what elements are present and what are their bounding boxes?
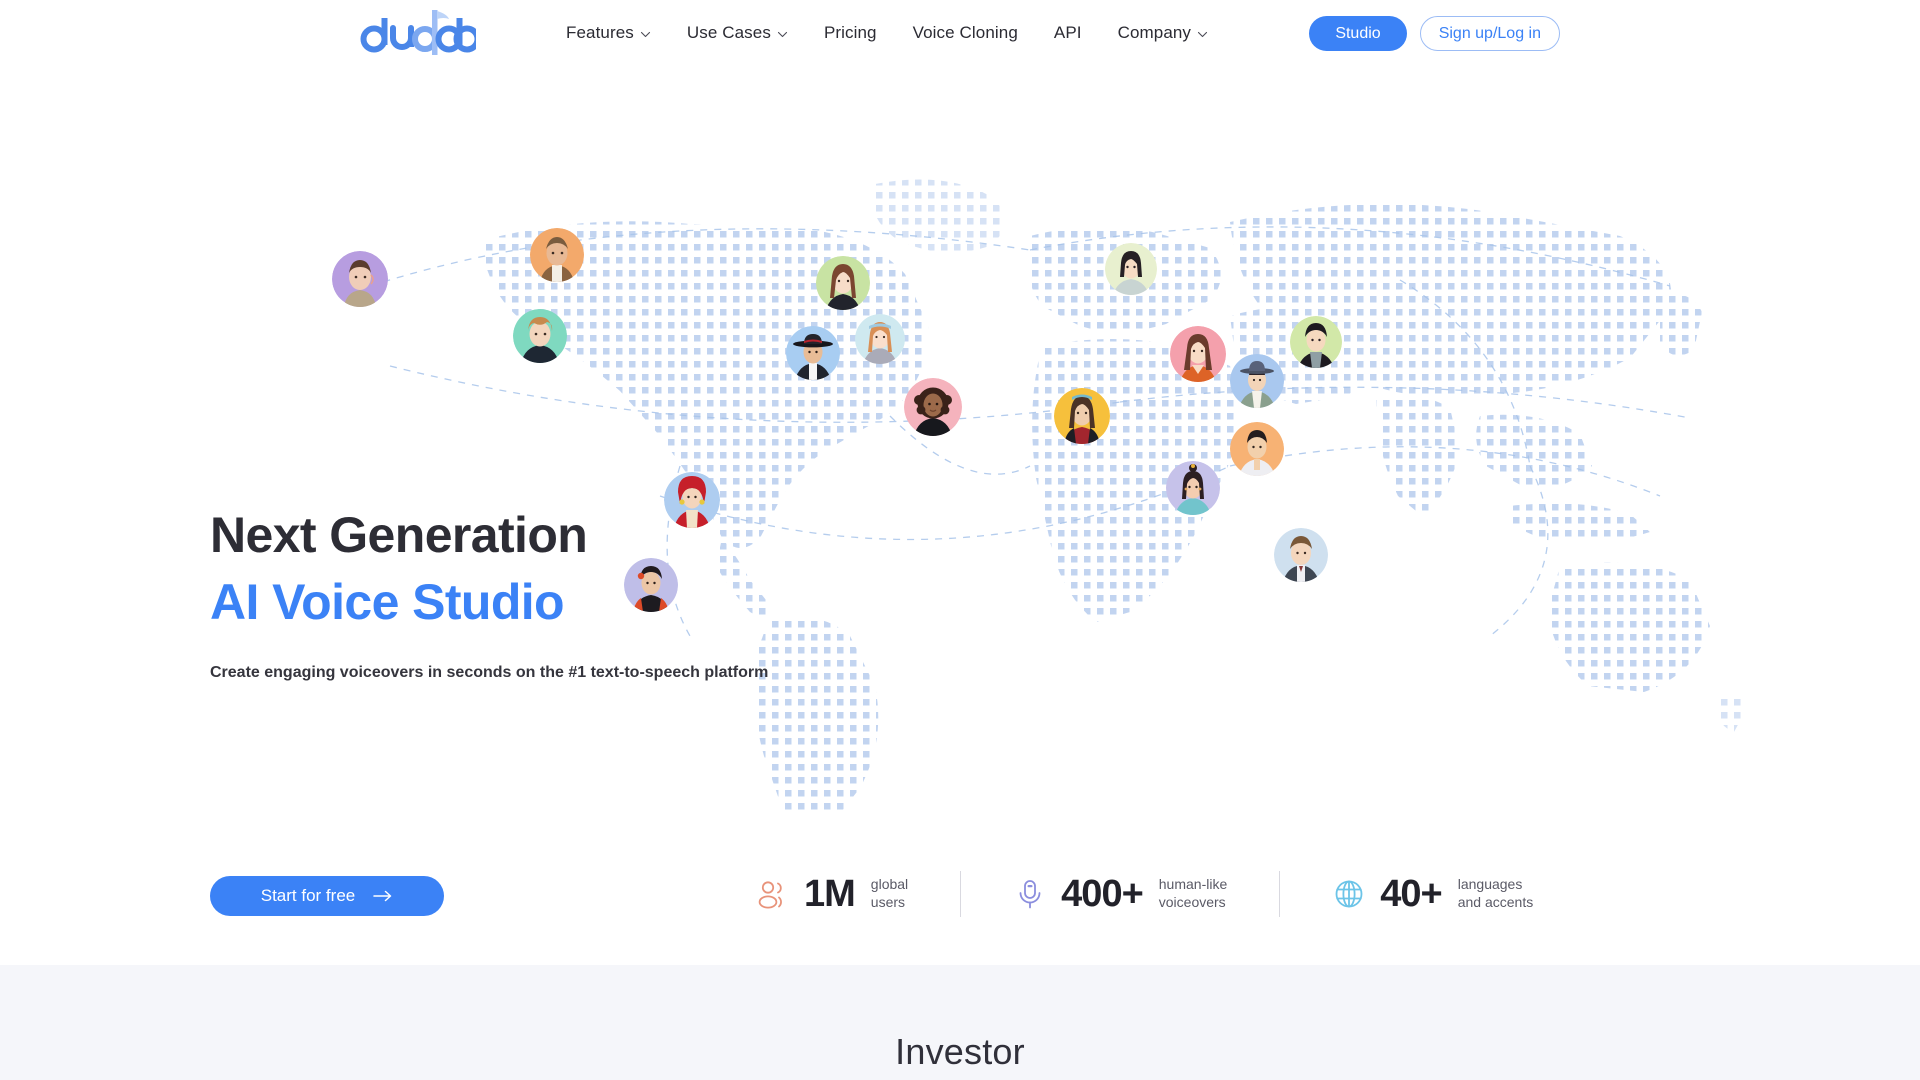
site-header: Features Use Cases Pricing Voice Cloning… xyxy=(0,0,1920,66)
stat-label: global users xyxy=(870,876,909,910)
avatar-europe-north-1[interactable] xyxy=(530,228,584,282)
dupdub-wordmark-icon xyxy=(360,9,476,55)
stat-value: 40+ xyxy=(1380,873,1442,915)
avatar-cluster xyxy=(330,166,1750,816)
avatar-europe-west-1[interactable] xyxy=(332,251,388,307)
cta-label: Start for free xyxy=(260,886,356,905)
hero-copy: Next Generation AI Voice Studio Create e… xyxy=(210,506,770,684)
avatar-oceania-1[interactable] xyxy=(1274,528,1328,582)
nav-item-features[interactable]: Features xyxy=(548,0,669,66)
avatar-asia-e-1[interactable] xyxy=(1170,326,1226,382)
nav-label: Company xyxy=(1117,23,1192,42)
headline-line-2: AI Voice Studio xyxy=(210,574,565,630)
chevron-down-icon xyxy=(1197,29,1208,40)
stat-label: human-like voiceovers xyxy=(1158,876,1228,910)
microphone-icon xyxy=(1013,877,1047,911)
hero-section: Next Generation AI Voice Studio Create e… xyxy=(0,66,1920,965)
studio-button[interactable]: Studio xyxy=(1309,15,1407,51)
chevron-down-icon xyxy=(777,29,788,40)
nav-item-voice-cloning[interactable]: Voice Cloning xyxy=(895,0,1036,66)
stat-voiceovers: 400+ human-like voiceovers xyxy=(961,875,1279,913)
page-root: Features Use Cases Pricing Voice Cloning… xyxy=(0,0,1920,1080)
nav-label: Use Cases xyxy=(686,23,771,42)
nav-label: Features xyxy=(566,23,634,42)
nav-label: Voice Cloning xyxy=(912,23,1018,42)
avatar-asia-e-3[interactable] xyxy=(1290,316,1342,368)
users-icon xyxy=(756,877,790,911)
avatar-africa-1[interactable] xyxy=(904,378,962,436)
headline-line-1: Next Generation xyxy=(210,507,588,563)
investor-title: Investor xyxy=(895,1031,1025,1072)
dotted-world-map xyxy=(330,166,1750,816)
main-navigation: Features Use Cases Pricing Voice Cloning… xyxy=(548,0,1226,66)
stat-value: 1M xyxy=(804,873,856,915)
stat-label: languages and accents xyxy=(1457,876,1534,910)
avatar-asia-s-1[interactable] xyxy=(1166,461,1220,515)
arrow-right-icon xyxy=(373,890,393,902)
signup-login-button[interactable]: Sign up/Log in xyxy=(1419,15,1560,51)
globe-icon xyxy=(1332,877,1366,911)
nav-item-use-cases[interactable]: Use Cases xyxy=(669,0,806,66)
dupdub-logo[interactable] xyxy=(360,9,476,55)
avatar-asia-e-2[interactable] xyxy=(1230,354,1284,408)
investor-section: Investor xyxy=(0,965,1920,1080)
avatar-namerica-1[interactable] xyxy=(513,309,567,363)
stat-global-users: 1M global users xyxy=(756,875,960,913)
avatar-asia-ne-1[interactable] xyxy=(1105,243,1157,295)
avatar-europe-mid-1[interactable] xyxy=(816,256,870,310)
nav-item-pricing[interactable]: Pricing xyxy=(806,0,895,66)
nav-label: API xyxy=(1053,23,1082,42)
nav-item-api[interactable]: API xyxy=(1036,0,1100,66)
stat-value: 400+ xyxy=(1061,873,1144,915)
page-title: Next Generation AI Voice Studio xyxy=(210,506,770,631)
header-actions: Studio Sign up/Log in xyxy=(1309,0,1560,66)
avatar-mideast-1[interactable] xyxy=(1054,388,1110,444)
hero-subcopy: Create engaging voiceovers in seconds on… xyxy=(210,664,769,681)
nav-item-company[interactable]: Company xyxy=(1100,0,1226,66)
avatar-mexico-1[interactable] xyxy=(786,326,840,380)
nav-label: Pricing xyxy=(823,23,877,42)
chevron-down-icon xyxy=(640,29,651,40)
start-for-free-button[interactable]: Start for free xyxy=(210,876,444,916)
stat-languages: 40+ languages and accents xyxy=(1280,875,1533,913)
avatar-asia-se-1[interactable] xyxy=(1230,422,1284,476)
stats-bar: 1M global users 400+ human-like voiceove… xyxy=(756,871,1533,917)
avatar-europe-mid-2[interactable] xyxy=(855,314,905,364)
